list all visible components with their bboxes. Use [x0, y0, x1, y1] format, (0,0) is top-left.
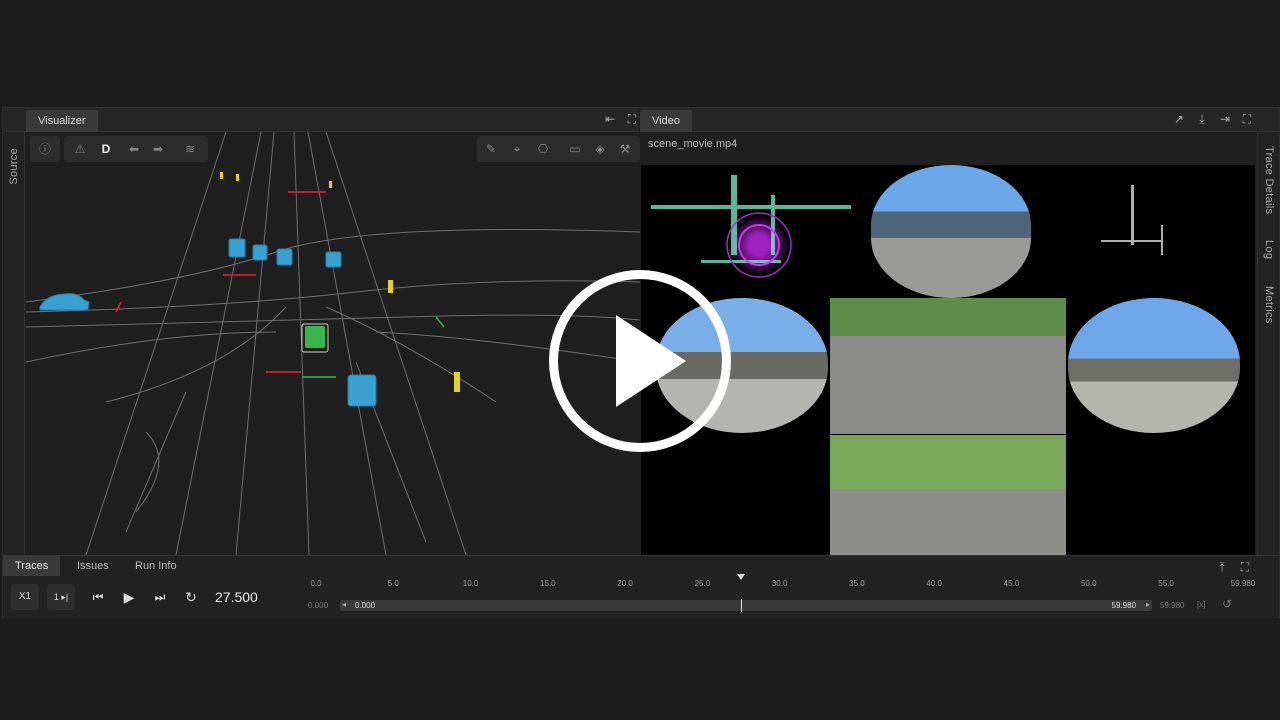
play-overlay-button[interactable]	[549, 270, 731, 452]
camera-settings-icon[interactable]: ⎔	[535, 141, 551, 157]
side-tab-metrics[interactable]: Metrics	[1260, 278, 1278, 332]
video-icon[interactable]: ▭	[567, 141, 583, 157]
camera-right-fisheye	[1068, 298, 1240, 433]
video-filename: scene_movie.mp4	[648, 138, 738, 150]
side-tab-log[interactable]: Log	[1260, 232, 1278, 267]
visualizer-canvas[interactable]: ⓘ ⚠ D ⬅ ➡ ≋ ✎ ⌖ ⎔ ▭ ◈ ⚒	[26, 132, 640, 555]
mode-d-button[interactable]: D	[98, 141, 114, 157]
tab-visualizer[interactable]: Visualizer	[26, 110, 98, 132]
chevron-left-icon[interactable]: ◂	[342, 600, 346, 609]
fullscreen-icon[interactable]: ⛶	[1240, 112, 1254, 126]
visualizer-header: Visualizer ⇤ ⛶	[3, 108, 639, 132]
chevron-right-icon[interactable]: ▸	[1146, 600, 1150, 609]
timeline-tick: 10.0	[462, 579, 479, 588]
arrow-right-icon[interactable]: ➡	[150, 141, 166, 157]
toolbar-center: ⚠ D ⬅ ➡ ≋	[64, 136, 208, 162]
warning-icon[interactable]: ⚠	[72, 141, 88, 157]
playhead-marker[interactable]	[737, 574, 746, 580]
video-header: Video ↗ ⤓ ⇥ ⛶	[640, 108, 1279, 132]
bracket-button[interactable]: [x]	[1197, 600, 1205, 609]
right-rail: Trace Details Log Metrics	[1257, 132, 1279, 555]
lidar-right	[1081, 165, 1255, 298]
fullscreen-icon[interactable]: ⛶	[1238, 560, 1252, 574]
tab-issues[interactable]: Issues	[65, 556, 121, 576]
timeline-tick: 40.0	[926, 579, 942, 588]
lidar-sparse	[1101, 185, 1163, 255]
scrub-cursor	[741, 599, 743, 612]
current-time: 27.500	[215, 589, 258, 605]
range-start: 0.000	[355, 601, 376, 610]
layers-icon[interactable]: ◈	[592, 141, 608, 157]
timeline-tick: 45.0	[1003, 579, 1020, 588]
timeline-tick: 59.980	[1230, 579, 1256, 588]
tab-video[interactable]: Video	[640, 110, 692, 132]
focus-icon[interactable]: ⌖	[509, 141, 525, 157]
collapse-right-icon[interactable]: ⇥	[1218, 112, 1232, 126]
toolbar-left: ⓘ	[30, 136, 60, 162]
app-window: Visualizer ⇤ ⛶ Video ↗ ⤓ ⇥ ⛶ Source Trac…	[2, 107, 1280, 618]
timeline-tick: 0.0	[310, 579, 322, 588]
tab-run-info[interactable]: Run Info	[123, 556, 189, 576]
range-end: 59.980	[1111, 601, 1136, 610]
timeline-tick: 50.0	[1080, 579, 1097, 588]
scene-lanes	[26, 132, 640, 555]
replay-icon[interactable]: ↻	[183, 589, 199, 606]
play-icon[interactable]: ▶	[121, 589, 137, 606]
timeline-tick: 20.0	[617, 579, 633, 588]
timeline-tick: 35.0	[849, 579, 865, 588]
camera-front-wide	[871, 165, 1031, 298]
camera-rear	[830, 435, 1066, 555]
collapse-left-icon[interactable]: ⇤	[603, 112, 617, 126]
speed-button[interactable]: X1	[11, 584, 39, 610]
outer-end: 59.980	[1160, 601, 1185, 610]
step-button[interactable]: 1 ▸|	[47, 584, 75, 610]
play-icon	[616, 315, 686, 407]
tab-traces[interactable]: Traces	[3, 556, 61, 576]
left-rail: Source	[3, 132, 25, 555]
ruler-icon[interactable]: ✎	[483, 141, 499, 157]
pin-icon[interactable]: ⤒	[1215, 560, 1229, 574]
download-icon[interactable]: ⤓	[1195, 112, 1209, 126]
side-tab-trace-details[interactable]: Trace Details	[1260, 138, 1278, 222]
side-tab-source[interactable]: Source	[5, 140, 23, 193]
timeline-tick: 25.0	[694, 579, 711, 588]
reset-icon[interactable]: ↺	[1222, 597, 1232, 611]
timeline-tick: 5.0	[387, 579, 399, 588]
timeline-tick: 55.0	[1158, 579, 1174, 588]
fullscreen-icon[interactable]: ⛶	[625, 112, 639, 126]
ego-vehicle	[305, 326, 325, 348]
skip-forward-icon[interactable]: ⏭	[153, 590, 167, 605]
range-scrubber[interactable]: ◂ 0.000 59.980 ▸	[340, 599, 1152, 612]
video-frame[interactable]	[641, 165, 1255, 555]
camera-front	[830, 298, 1066, 434]
open-external-icon[interactable]: ↗	[1172, 112, 1186, 126]
outer-start: 0.000	[308, 601, 329, 610]
lanes-icon[interactable]: ≋	[182, 141, 198, 157]
toolbar-right: ✎ ⌖ ⎔ ▭ ◈ ⚒	[477, 136, 640, 162]
arrow-left-icon[interactable]: ⬅	[126, 141, 142, 157]
timeline-tick: 15.0	[540, 579, 556, 588]
info-icon[interactable]: ⓘ	[37, 141, 53, 157]
wrench-icon[interactable]: ⚒	[617, 141, 633, 157]
skip-back-icon[interactable]: ⏮	[91, 590, 105, 605]
timeline-tick: 30.0	[771, 579, 788, 588]
